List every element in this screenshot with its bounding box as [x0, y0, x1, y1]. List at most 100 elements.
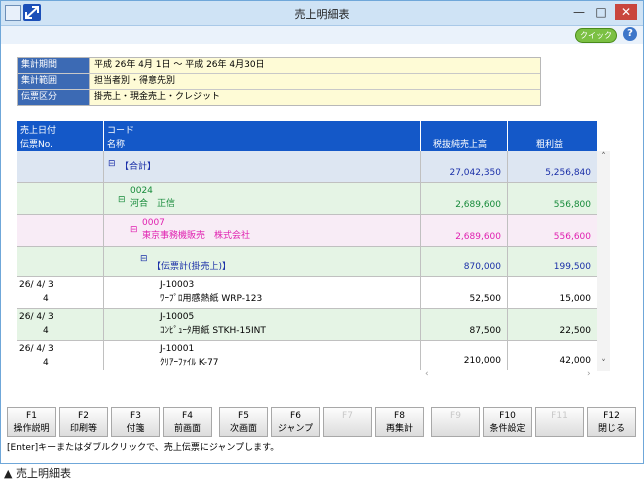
- table-header: 売上日付 伝票No. コード 名称 税抜純売上高 粗利益: [17, 121, 597, 151]
- close-button[interactable]: ✕: [615, 4, 637, 20]
- f12-label: 閉じる: [597, 424, 625, 434]
- scroll-up-icon[interactable]: ˄: [597, 151, 610, 164]
- table-row[interactable]: ⊟ 【合計】 27,042,350 5,256,840: [17, 151, 597, 183]
- f10-key: F10: [499, 411, 516, 421]
- f9-key: F9: [450, 411, 461, 421]
- collapse-icon[interactable]: ⊟: [130, 225, 138, 235]
- f10-label: 条件設定: [489, 424, 526, 434]
- f2-label: 印刷等: [69, 424, 97, 434]
- function-key-bar: F1 操作説明 F2 印刷等 F3 付箋 F4 前画面 F5 次画面 F6 ジャ…: [7, 407, 637, 439]
- sales-cell: 27,042,350: [421, 151, 508, 182]
- collapse-icon[interactable]: ⊟: [108, 159, 116, 169]
- f4-button[interactable]: F4 前画面: [163, 407, 212, 437]
- condition-slip-type: 伝票区分 掛売上・現金売上・クレジット: [18, 90, 540, 105]
- name-cell: J-10003 ﾜｰﾌﾟﾛ用感熱紙 WRP-123: [104, 277, 421, 308]
- f7-button[interactable]: F7: [323, 407, 372, 437]
- f11-button[interactable]: F11: [535, 407, 584, 437]
- table-row[interactable]: ⊟ 【伝票計(掛売上)】 870,000 199,500: [17, 247, 597, 277]
- row-sales: 87,500: [469, 326, 502, 336]
- row-name: 東京事務機販売 株式会社: [142, 231, 251, 241]
- row-sales: 2,689,600: [455, 200, 501, 210]
- date-cell: [17, 247, 104, 276]
- header-name: 名称: [107, 140, 126, 150]
- date-cell: 26/ 4/ 3 4: [17, 277, 104, 308]
- row-name: 【伝票計(掛売上)】: [152, 262, 232, 272]
- profit-cell: 15,000: [508, 277, 597, 308]
- f1-label: 操作説明: [13, 424, 50, 434]
- report-conditions: 集計期間 平成 26年 4月 1日 ～ 平成 26年 4月30日 集計範囲 担当…: [17, 57, 541, 106]
- profit-cell: 22,500: [508, 309, 597, 340]
- scroll-left-icon[interactable]: ‹: [425, 369, 429, 379]
- row-profit: 15,000: [559, 294, 592, 304]
- table-row[interactable]: 26/ 4/ 3 4 J-10005 ｺﾝﾋﾟｭｰﾀ用紙 STKH-15INT …: [17, 309, 597, 341]
- header-gross-profit[interactable]: 粗利益: [508, 121, 597, 151]
- status-bar: [Enter]キーまたはダブルクリックで、売上伝票にジャンプします。: [7, 443, 280, 453]
- date-cell: [17, 151, 104, 182]
- help-icon[interactable]: ?: [623, 27, 637, 41]
- condition-period: 集計期間 平成 26年 4月 1日 ～ 平成 26年 4月30日: [18, 58, 540, 74]
- row-profit: 556,800: [553, 200, 591, 210]
- row-name: 河合 正信: [130, 199, 176, 209]
- f2-key: F2: [78, 411, 89, 421]
- table-row[interactable]: ⊟ 0024 河合 正信 2,689,600 556,800: [17, 183, 597, 215]
- scroll-right-icon[interactable]: ›: [587, 369, 591, 379]
- scroll-down-icon[interactable]: ˅: [597, 358, 610, 371]
- collapse-icon[interactable]: ⊟: [118, 195, 126, 205]
- header-date-slip[interactable]: 売上日付 伝票No.: [17, 121, 104, 151]
- date-cell: 26/ 4/ 3 4: [17, 341, 104, 370]
- profit-cell: 556,800: [508, 183, 597, 214]
- row-profit: 5,256,840: [545, 168, 591, 178]
- vertical-scrollbar[interactable]: ˄ ˅: [597, 151, 610, 371]
- row-name: ｺﾝﾋﾟｭｰﾀ用紙 STKH-15INT: [160, 326, 266, 336]
- f8-key: F8: [394, 411, 405, 421]
- f2-button[interactable]: F2 印刷等: [59, 407, 108, 437]
- table-row[interactable]: 26/ 4/ 3 4 J-10003 ﾜｰﾌﾟﾛ用感熱紙 WRP-123 52,…: [17, 277, 597, 309]
- horizontal-scrollbar[interactable]: ‹ ›: [17, 369, 597, 381]
- window-title: 売上明細表: [294, 8, 350, 21]
- f8-label: 再集計: [385, 424, 413, 434]
- scope-value: 担当者別・得意先別: [90, 74, 540, 89]
- f3-label: 付箋: [126, 424, 145, 434]
- f6-label: ジャンプ: [277, 424, 314, 434]
- f4-label: 前画面: [173, 424, 201, 434]
- row-profit: 22,500: [559, 326, 592, 336]
- row-sales: 52,500: [469, 294, 502, 304]
- row-slip: 4: [43, 326, 49, 336]
- sales-cell: 52,500: [421, 277, 508, 308]
- date-cell: [17, 215, 104, 246]
- f3-button[interactable]: F3 付箋: [111, 407, 160, 437]
- row-profit: 199,500: [553, 262, 591, 272]
- header-code-name[interactable]: コード 名称: [104, 121, 421, 151]
- header-net-sales-label: 税抜純売上高: [433, 140, 488, 150]
- f6-button[interactable]: F6 ジャンプ: [271, 407, 320, 437]
- header-slip-no: 伝票No.: [20, 140, 53, 150]
- profit-cell: 199,500: [508, 247, 597, 276]
- collapse-icon[interactable]: ⊟: [140, 254, 148, 264]
- row-sales: 2,689,600: [455, 232, 501, 242]
- f1-button[interactable]: F1 操作説明: [7, 407, 56, 437]
- header-code: コード: [107, 126, 135, 136]
- row-profit: 556,600: [553, 232, 591, 242]
- f8-button[interactable]: F8 再集計: [375, 407, 424, 437]
- table-row[interactable]: 26/ 4/ 3 4 J-10001 ｸﾘｱｰﾌｧｲﾙ K-77 210,000…: [17, 341, 597, 370]
- row-sales: 210,000: [463, 356, 501, 366]
- header-net-sales[interactable]: 税抜純売上高: [421, 121, 508, 151]
- quick-button[interactable]: クイック: [575, 28, 617, 43]
- maximize-button[interactable]: □: [593, 4, 609, 20]
- minimize-button[interactable]: —: [571, 4, 587, 20]
- f9-button[interactable]: F9: [431, 407, 480, 437]
- f12-key: F12: [603, 411, 620, 421]
- f5-button[interactable]: F5 次画面: [219, 407, 268, 437]
- f10-button[interactable]: F10 条件設定: [483, 407, 532, 437]
- row-code: J-10003: [160, 280, 195, 290]
- sales-cell: 2,689,600: [421, 215, 508, 246]
- slip-type-value: 掛売上・現金売上・クレジット: [90, 90, 540, 105]
- f12-button[interactable]: F12 閉じる: [587, 407, 636, 437]
- sales-cell: 87,500: [421, 309, 508, 340]
- date-cell: [17, 183, 104, 214]
- f4-key: F4: [182, 411, 193, 421]
- figure-caption: ▲ 売上明細表: [4, 467, 71, 480]
- header-date: 売上日付: [20, 126, 57, 136]
- table-row[interactable]: ⊟ 0007 東京事務機販売 株式会社 2,689,600 556,600: [17, 215, 597, 247]
- row-date: 26/ 4/ 3: [19, 280, 54, 290]
